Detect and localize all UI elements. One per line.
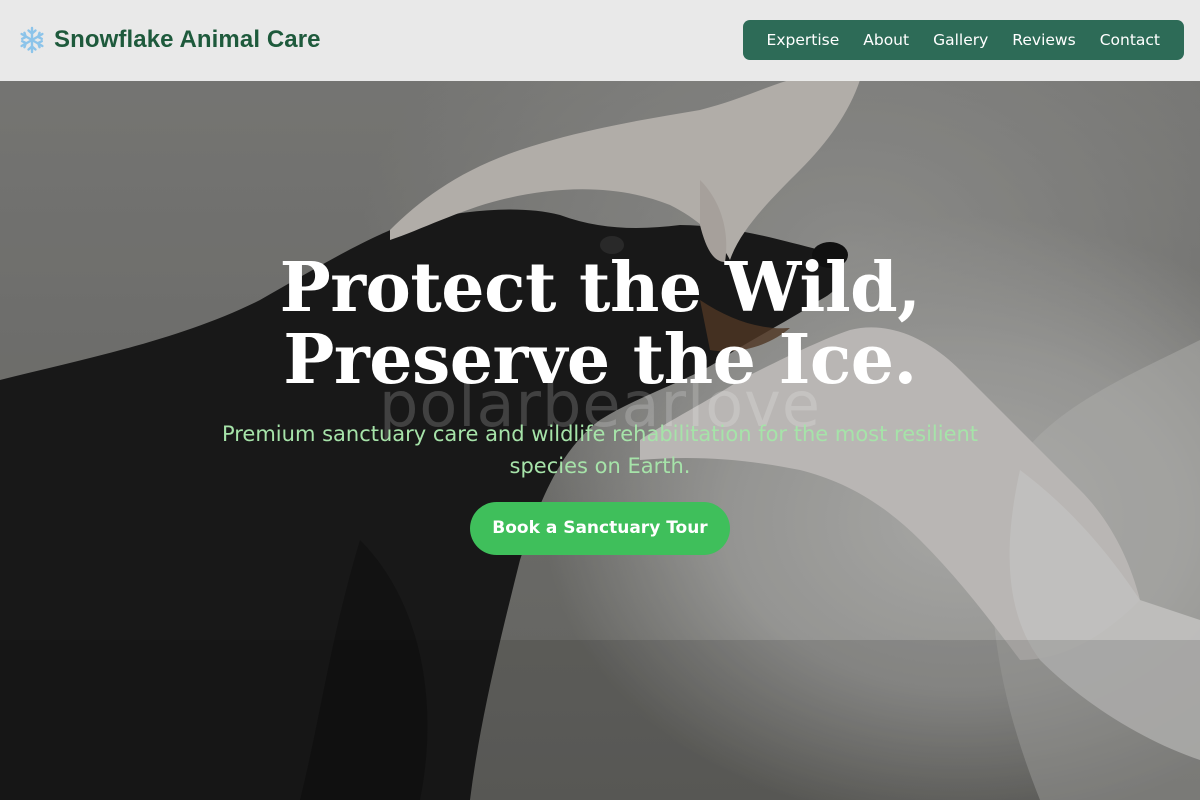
site-header: Snowflake Animal Care Expertise About Ga… — [0, 0, 1200, 81]
nav-link-about[interactable]: About — [851, 20, 921, 60]
main-nav: Expertise About Gallery Reviews Contact — [742, 20, 1184, 60]
hero-subtitle: Premium sanctuary care and wildlife reha… — [221, 422, 979, 478]
nav-link-reviews[interactable]: Reviews — [1000, 20, 1087, 60]
snowflake-icon — [18, 26, 46, 54]
book-tour-button[interactable]: Book a Sanctuary Tour — [470, 502, 730, 555]
brand-name: Snowflake Animal Care — [54, 26, 321, 53]
hero-title: Protect the Wild, Preserve the Ice. — [279, 248, 921, 400]
hero-section: Protect the Wild, Preserve the Ice. Prem… — [0, 252, 1200, 555]
brand-logo-link[interactable]: Snowflake Animal Care — [18, 24, 321, 56]
nav-link-contact[interactable]: Contact — [1088, 20, 1172, 60]
nav-link-gallery[interactable]: Gallery — [921, 20, 1000, 60]
nav-link-expertise[interactable]: Expertise — [755, 20, 852, 60]
page: Snowflake Animal Care Expertise About Ga… — [0, 0, 1200, 800]
